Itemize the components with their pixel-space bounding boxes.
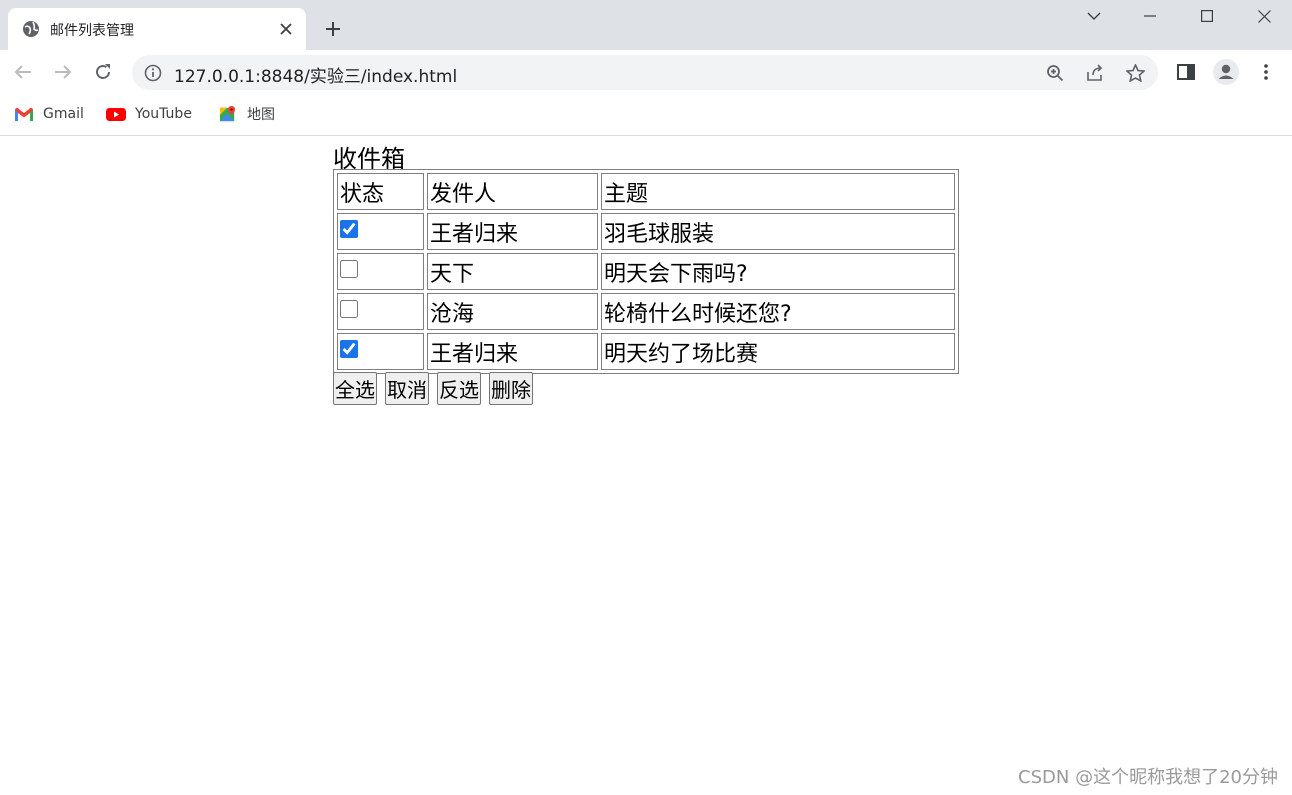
share-icon[interactable] [1084,62,1106,84]
cancel-button[interactable]: 取消 [385,372,429,405]
tab-search-icon[interactable] [1066,0,1122,32]
sender-cell: 王者归来 [427,213,598,250]
subject-cell: 轮椅什么时候还您? [601,293,955,330]
browser-tab[interactable]: 邮件列表管理 [8,8,306,50]
side-panel-icon[interactable] [1172,58,1200,86]
minimize-icon[interactable] [1122,0,1178,32]
row-checkbox[interactable] [340,260,358,278]
status-cell [337,213,424,250]
watermark: CSDN @这个昵称我想了20分钟 [1018,767,1278,788]
browser-tab-bar: 邮件列表管理 [0,0,1292,50]
new-tab-icon[interactable] [320,16,346,42]
table-row: 沧海 轮椅什么时候还您? [337,293,955,330]
bookmark-youtube[interactable]: YouTube [106,104,192,124]
header-status: 状态 [337,173,424,210]
info-icon[interactable] [144,64,162,82]
close-window-icon[interactable] [1236,0,1292,32]
reload-icon[interactable] [89,58,117,86]
status-cell [337,333,424,370]
row-checkbox[interactable] [340,220,358,238]
delete-button[interactable]: 删除 [489,372,533,405]
invert-selection-button[interactable]: 反选 [437,372,481,405]
table-row: 天下 明天会下雨吗? [337,253,955,290]
table-row: 王者归来 羽毛球服装 [337,213,955,250]
more-menu-icon[interactable] [1252,58,1280,86]
status-cell [337,253,424,290]
bookmark-star-icon[interactable] [1124,62,1146,84]
browser-toolbar: 127.0.0.1:8848/实验三/index.html [0,50,1292,95]
row-checkbox[interactable] [340,300,358,318]
sender-cell: 王者归来 [427,333,598,370]
globe-icon [23,21,39,37]
table-row: 王者归来 明天约了场比赛 [337,333,955,370]
bookmarks-bar: Gmail YouTube 地图 [0,95,1292,136]
profile-avatar-icon[interactable] [1212,58,1240,86]
sender-cell: 沧海 [427,293,598,330]
tab-title: 邮件列表管理 [50,23,134,39]
gmail-icon [15,107,33,121]
header-sender: 发件人 [427,173,598,210]
bookmark-gmail[interactable]: Gmail [14,104,84,124]
forward-icon[interactable] [49,58,77,86]
url-text[interactable]: 127.0.0.1:8848/实验三/index.html [174,62,457,87]
row-checkbox[interactable] [340,340,358,358]
subject-cell: 明天会下雨吗? [601,253,955,290]
table-header-row: 状态 发件人 主题 [337,173,955,210]
back-icon[interactable] [9,58,37,86]
close-tab-icon[interactable] [276,19,296,39]
select-all-button[interactable]: 全选 [333,372,377,405]
action-buttons: 全选 取消 反选 删除 [333,372,541,405]
address-bar[interactable]: 127.0.0.1:8848/实验三/index.html [132,55,1158,90]
sender-cell: 天下 [427,253,598,290]
page-content: 收件箱 状态 发件人 主题 王者归来 羽毛球服装 天下 明天会下雨吗? 沧海 轮… [0,136,1292,795]
maximize-icon[interactable] [1179,0,1235,32]
bookmark-maps[interactable]: 地图 [218,104,275,124]
maps-icon [220,106,236,122]
youtube-icon [106,108,126,121]
status-cell [337,293,424,330]
subject-cell: 明天约了场比赛 [601,333,955,370]
header-subject: 主题 [601,173,955,210]
subject-cell: 羽毛球服装 [601,213,955,250]
mail-table: 状态 发件人 主题 王者归来 羽毛球服装 天下 明天会下雨吗? 沧海 轮椅什么时… [333,169,959,374]
zoom-icon[interactable] [1044,62,1066,84]
